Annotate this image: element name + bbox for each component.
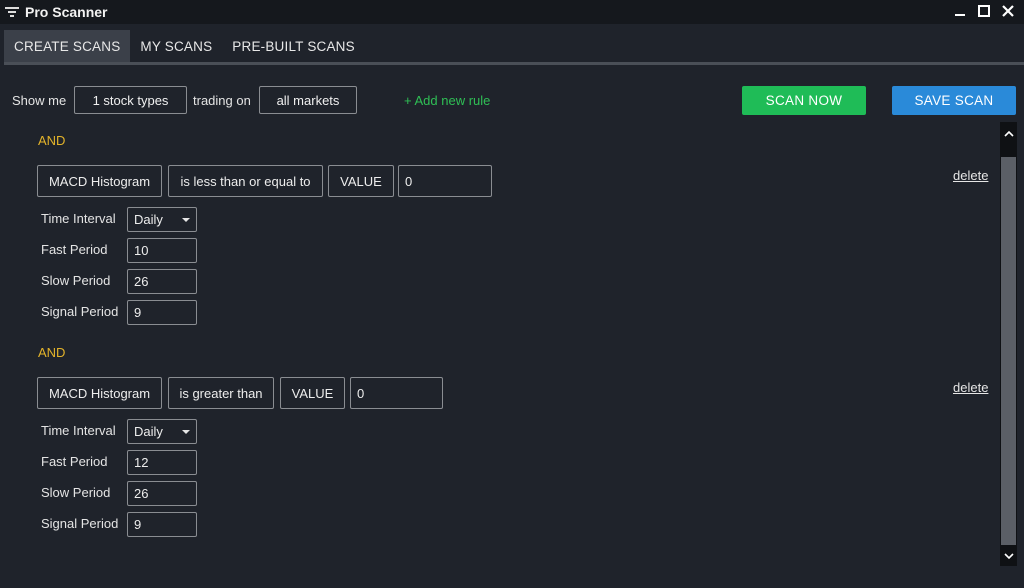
window-title: Pro Scanner [25, 4, 108, 20]
close-icon [1002, 5, 1014, 17]
tab-bar: CREATE SCANS MY SCANS PRE-BUILT SCANS [4, 30, 365, 62]
tab-pre-built-scans[interactable]: PRE-BUILT SCANS [222, 30, 365, 62]
minimize-icon [955, 14, 965, 16]
time-interval-label: Time Interval [41, 211, 116, 226]
time-interval-value: Daily [134, 212, 163, 227]
window-controls [950, 2, 1018, 20]
and-connector: AND [38, 133, 66, 148]
signal-period-label: Signal Period [41, 304, 119, 319]
scroll-down-button[interactable] [1000, 546, 1017, 566]
time-interval-value: Daily [134, 424, 163, 439]
minimize-button[interactable] [950, 2, 970, 20]
delete-rule-link[interactable]: delete [953, 380, 988, 395]
tab-my-scans[interactable]: MY SCANS [130, 30, 222, 62]
chevron-up-icon [1003, 130, 1014, 137]
add-new-rule-link[interactable]: + Add new rule [404, 93, 490, 108]
title-bar: Pro Scanner [0, 0, 1024, 24]
signal-period-input[interactable] [127, 512, 197, 537]
and-connector: AND [38, 345, 66, 360]
fast-period-label: Fast Period [41, 242, 108, 257]
indicator-select[interactable]: MACD Histogram [37, 165, 162, 197]
close-button[interactable] [998, 2, 1018, 20]
filter-icon [5, 7, 19, 17]
show-me-label: Show me [12, 93, 67, 108]
caret-down-icon [182, 218, 190, 222]
fast-period-label: Fast Period [41, 454, 108, 469]
save-scan-button[interactable]: SAVE SCAN [892, 86, 1016, 115]
value-input[interactable] [398, 165, 492, 197]
fast-period-input[interactable] [127, 238, 197, 263]
time-interval-label: Time Interval [41, 423, 116, 438]
delete-rule-link[interactable]: delete [953, 168, 988, 183]
fast-period-input[interactable] [127, 450, 197, 475]
slow-period-label: Slow Period [41, 485, 111, 500]
trading-on-label: trading on [193, 93, 251, 108]
operator-select[interactable]: is greater than [168, 377, 274, 409]
value-type-select[interactable]: VALUE [328, 165, 394, 197]
caret-down-icon [182, 430, 190, 434]
scan-now-button[interactable]: SCAN NOW [742, 86, 866, 115]
time-interval-select[interactable]: Daily [127, 207, 197, 232]
value-type-select[interactable]: VALUE [280, 377, 345, 409]
slow-period-input[interactable] [127, 269, 197, 294]
indicator-select[interactable]: MACD Histogram [37, 377, 162, 409]
markets-button[interactable]: all markets [259, 86, 357, 114]
signal-period-label: Signal Period [41, 516, 119, 531]
slow-period-input[interactable] [127, 481, 197, 506]
tab-create-scans[interactable]: CREATE SCANS [4, 30, 131, 62]
tab-divider [4, 62, 1024, 65]
operator-select[interactable]: is less than or equal to [168, 165, 323, 197]
maximize-icon [978, 5, 990, 17]
scroll-up-button[interactable] [1000, 124, 1017, 144]
signal-period-input[interactable] [127, 300, 197, 325]
scrollbar-thumb[interactable] [1001, 157, 1016, 545]
stock-types-button[interactable]: 1 stock types [74, 86, 187, 114]
time-interval-select[interactable]: Daily [127, 419, 197, 444]
maximize-button[interactable] [974, 2, 994, 20]
chevron-down-icon [1003, 553, 1014, 560]
slow-period-label: Slow Period [41, 273, 111, 288]
value-input[interactable] [350, 377, 443, 409]
